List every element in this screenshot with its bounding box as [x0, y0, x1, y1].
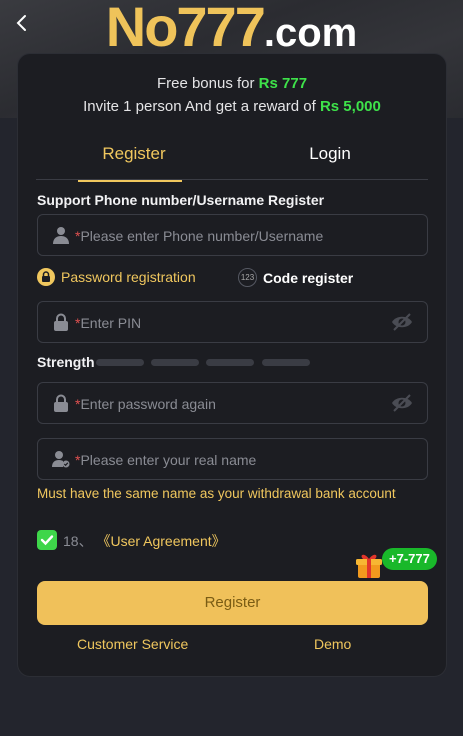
eye-off-icon[interactable]: [391, 393, 413, 413]
bonus-line-1: Free bonus for Rs 777: [18, 75, 446, 92]
password-registration-label: Password registration: [61, 269, 196, 285]
real-name-placeholder: *Please enter your real name: [75, 452, 257, 468]
code-register-icon: 123: [238, 268, 257, 287]
demo-link[interactable]: Demo: [314, 636, 351, 652]
support-label: Support Phone number/Username Register: [37, 192, 325, 208]
register-card: Free bonus for Rs 777 Invite 1 person An…: [18, 54, 446, 676]
auth-tabs: Register Login: [36, 142, 428, 182]
lock-badge-icon: [37, 268, 55, 286]
code-register-label: Code register: [263, 269, 354, 286]
phone-username-placeholder: *Please enter Phone number/Username: [75, 228, 324, 244]
bonus-line-2: Invite 1 person And get a reward of Rs 5…: [18, 98, 446, 115]
strength-bar-3: [206, 359, 254, 366]
check-icon: [40, 535, 54, 546]
pin-placeholder: *Enter PIN: [75, 315, 142, 331]
strength-label: Strength: [37, 354, 95, 370]
password-again-field[interactable]: *Enter password again: [37, 382, 428, 424]
user-agreement-link[interactable]: 《User Agreement》: [96, 533, 225, 549]
agreement-prefix: 18、: [63, 533, 93, 549]
strength-bar-2: [151, 359, 199, 366]
gift-icon: [356, 554, 382, 578]
customer-service-link[interactable]: Customer Service: [77, 636, 188, 652]
eye-off-icon[interactable]: [391, 312, 413, 332]
tab-login[interactable]: Login: [232, 144, 428, 181]
reward-badge: +7-777: [382, 548, 437, 570]
password-again-placeholder: *Enter password again: [75, 396, 216, 412]
agreement-text: 18、 《User Agreement》: [63, 531, 226, 551]
lock-icon: [54, 313, 68, 331]
strength-bar-4: [262, 359, 310, 366]
register-button[interactable]: Register: [37, 581, 428, 625]
agreement-checkbox[interactable]: [37, 530, 57, 550]
pin-field[interactable]: *Enter PIN: [37, 301, 428, 343]
site-logo: No777.com: [0, 0, 463, 59]
invite-amount: Rs 5,000: [319, 98, 381, 115]
logo-domain: .com: [263, 11, 358, 55]
name-warning: Must have the same name as your withdraw…: [37, 486, 396, 501]
logo-main: No777: [105, 0, 266, 58]
strength-bar-1: [96, 359, 144, 366]
password-registration-option[interactable]: Password registration: [37, 268, 196, 286]
bonus-amount: Rs 777: [258, 75, 308, 92]
code-register-option[interactable]: 123 Code register: [238, 268, 353, 287]
invite-text: Invite 1 person And get a reward of: [83, 98, 320, 115]
lock-icon: [54, 394, 68, 412]
user-check-icon: [52, 451, 70, 468]
bonus-text: Free bonus for: [156, 75, 259, 92]
tab-register[interactable]: Register: [36, 144, 232, 182]
real-name-field[interactable]: *Please enter your real name: [37, 438, 428, 480]
user-icon: [53, 227, 69, 244]
phone-username-field[interactable]: *Please enter Phone number/Username: [37, 214, 428, 256]
